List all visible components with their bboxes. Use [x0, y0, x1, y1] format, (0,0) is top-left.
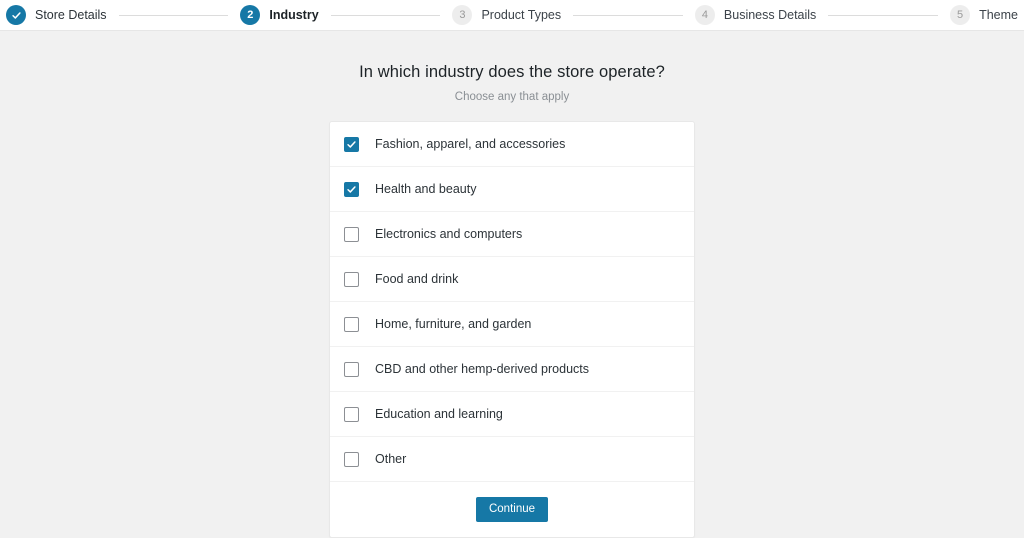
- page-subtitle: Choose any that apply: [454, 91, 570, 103]
- card-footer: Continue: [330, 482, 694, 537]
- industry-option-label: Electronics and computers: [375, 227, 523, 241]
- stepper-item-label: Theme: [979, 8, 1018, 22]
- industry-option-row[interactable]: Food and drink: [330, 257, 694, 302]
- step-connector: [828, 14, 939, 16]
- checkbox-unchecked-icon[interactable]: [344, 361, 359, 377]
- checkbox-unchecked-icon[interactable]: [344, 271, 359, 287]
- page-title: In which industry does the store operate…: [359, 63, 665, 81]
- checkbox-unchecked-icon[interactable]: [344, 316, 359, 332]
- industry-option-row[interactable]: CBD and other hemp-derived products: [330, 347, 694, 392]
- checkbox-checked-icon[interactable]: [344, 181, 359, 197]
- step-connector: [573, 14, 683, 16]
- stepper-item-label: Business Details: [723, 8, 817, 22]
- stepper-item-industry[interactable]: 2 Industry: [240, 5, 319, 25]
- stepper-item-store-details[interactable]: Store Details: [6, 5, 107, 25]
- checkbox-checked-icon[interactable]: [344, 136, 359, 152]
- industry-option-label: Fashion, apparel, and accessories: [375, 137, 566, 151]
- checkbox-unchecked-icon[interactable]: [344, 226, 359, 242]
- industry-option-label: Health and beauty: [375, 182, 477, 196]
- industry-options-list: Fashion, apparel, and accessories Health …: [330, 122, 694, 482]
- step-number-badge: 2: [240, 5, 261, 25]
- industry-option-label: Home, furniture, and garden: [375, 317, 532, 331]
- step-number-badge: 3: [452, 5, 473, 25]
- industry-option-label: Food and drink: [375, 272, 459, 286]
- industry-option-row[interactable]: Home, furniture, and garden: [330, 302, 694, 347]
- step-number-badge: 4: [694, 5, 715, 25]
- main-content: In which industry does the store operate…: [0, 31, 1024, 538]
- stepper-item-theme[interactable]: 5 Theme: [950, 5, 1018, 25]
- industry-option-row[interactable]: Other: [330, 437, 694, 482]
- continue-button[interactable]: Continue: [475, 496, 549, 523]
- stepper-item-label: Store Details: [35, 8, 107, 22]
- step-connector: [330, 14, 441, 16]
- checkbox-unchecked-icon[interactable]: [344, 451, 359, 467]
- onboarding-stepper: Store Details 2 Industry 3 Product Types 4 Bus…: [0, 0, 1024, 31]
- stepper-item-label: Industry: [269, 8, 319, 22]
- stepper-item-label: Product Types: [481, 8, 562, 22]
- industry-option-row[interactable]: Health and beauty: [330, 167, 694, 212]
- stepper-item-business-details[interactable]: 4 Business Details: [694, 5, 817, 25]
- stepper-item-product-types[interactable]: 3 Product Types: [452, 5, 561, 25]
- industry-option-row[interactable]: Fashion, apparel, and accessories: [330, 122, 694, 167]
- industry-option-label: Education and learning: [375, 407, 503, 421]
- industry-option-label: CBD and other hemp-derived products: [375, 362, 590, 376]
- checkbox-unchecked-icon[interactable]: [344, 406, 359, 422]
- industry-options-card: Fashion, apparel, and accessories Health …: [329, 121, 695, 538]
- step-number-badge: 5: [950, 5, 971, 25]
- step-complete-check-icon: [6, 5, 26, 25]
- industry-option-row[interactable]: Education and learning: [330, 392, 694, 437]
- step-connector: [118, 14, 229, 16]
- industry-option-label: Other: [375, 452, 407, 466]
- industry-option-row[interactable]: Electronics and computers: [330, 212, 694, 257]
